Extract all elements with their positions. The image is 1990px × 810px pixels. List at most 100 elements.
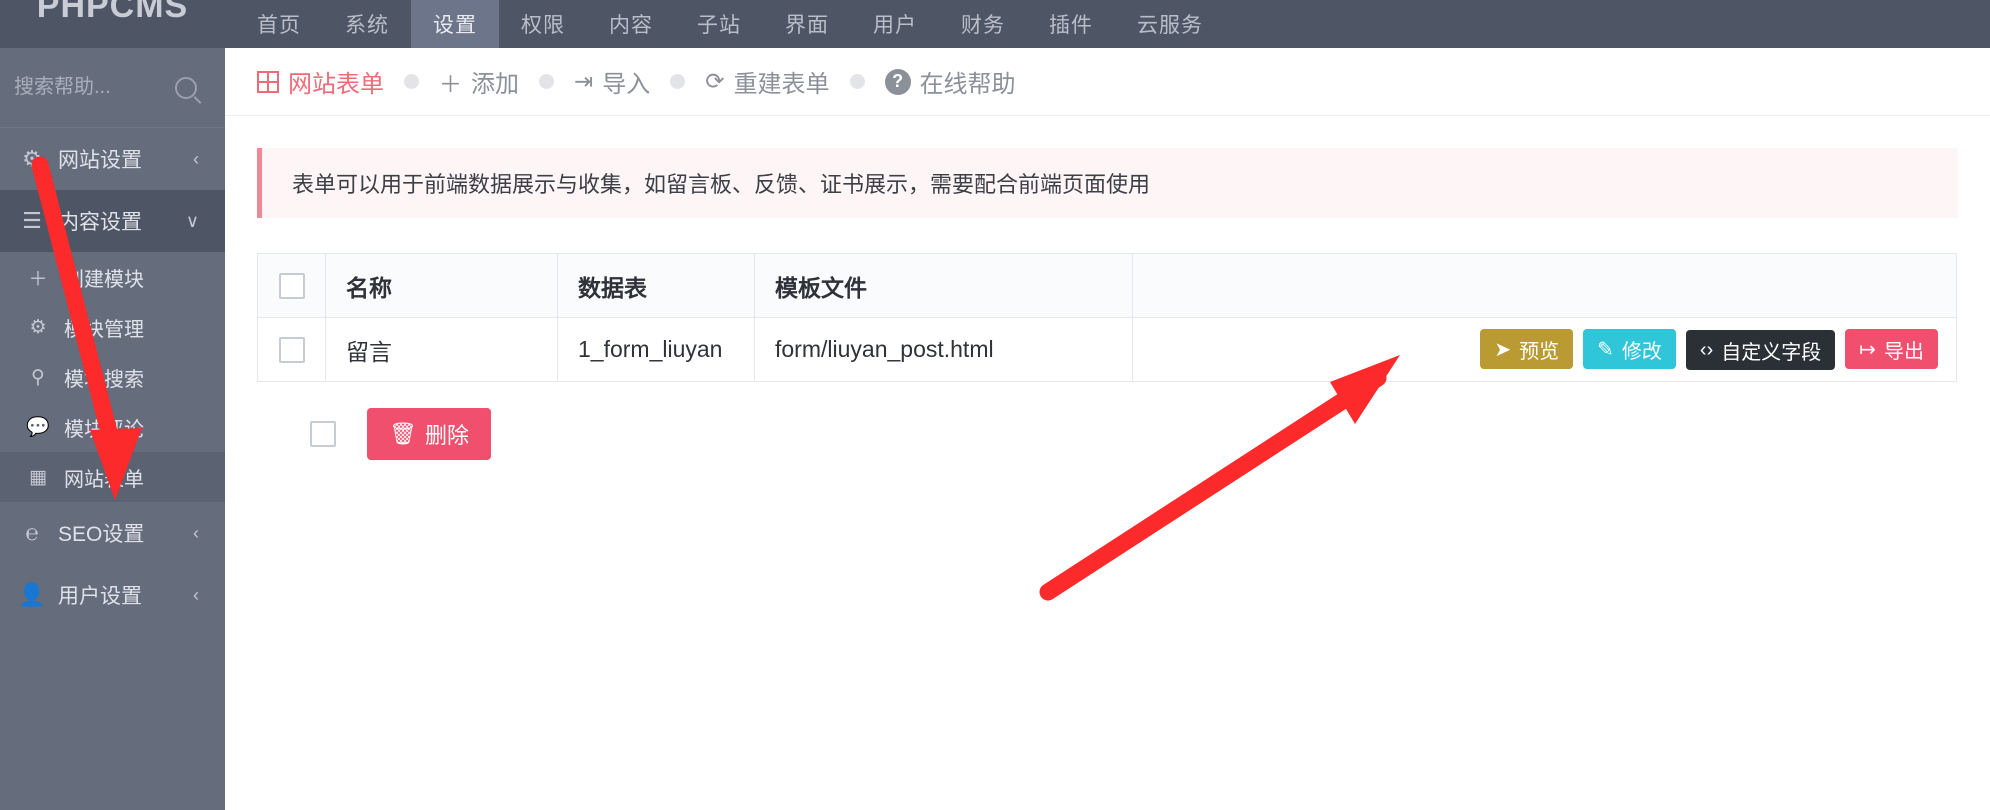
sidebar: ⚙ 网站设置 ‹ ☰ 内容设置 ∨ ＋ 创建模块 ⚙ 模块管理 ⚲ 模块搜索 💬 模块评论 ▦ 网站表单 ℮ SE… — [0, 48, 225, 810]
top-navigation-bar: PHPCMS 首页 系统 设置 权限 内容 子站 界面 用户 财务 插件 云服务 — [0, 0, 1990, 48]
sidebar-item-label: 内容设置 — [58, 211, 142, 234]
top-nav-item-label: 插件 — [1049, 14, 1093, 37]
plus-icon: ＋ — [28, 268, 48, 290]
brand-logo-text: PHPCMS — [36, 0, 189, 25]
delete-button[interactable]: 🗑 删除 — [367, 408, 491, 460]
top-nav-item-label: 系统 — [345, 14, 389, 37]
gears-icon: ⚙ — [29, 316, 47, 338]
chevron-left-icon[interactable]: ‹ — [193, 523, 199, 544]
toolbar-item-1[interactable]: ＋ 添加 — [439, 64, 519, 99]
top-nav-item-5[interactable]: 子站 — [675, 0, 763, 48]
table-row: 留言 1_form_liuyan form/liuyan_post.html ➤ 预览 ✎… — [257, 317, 1957, 382]
bulk-select-cell — [289, 421, 357, 447]
sidebar-menu: ⚙ 网站设置 ‹ ☰ 内容设置 ∨ ＋ 创建模块 ⚙ 模块管理 ⚲ 模块搜索 💬 模块评论 ▦ 网站表单 ℮ SE… — [0, 128, 225, 626]
delete-button-label: 删除 — [424, 423, 469, 448]
chevron-left-icon[interactable]: ‹ — [193, 149, 199, 170]
top-nav-item-2[interactable]: 设置 — [411, 0, 499, 48]
sidebar-item-3[interactable]: ⚙ 模块管理 — [0, 302, 225, 352]
action-button-label: 预览 — [1519, 340, 1560, 363]
top-nav-item-3[interactable]: 权限 — [499, 0, 587, 48]
search-input[interactable] — [0, 76, 160, 99]
forms-table-wrapper: 名称 数据表 模板文件 留言 1_form_liuyan form/liuyan_p… — [257, 253, 1958, 460]
toolbar-item-label: 重建表单 — [733, 71, 830, 98]
column-header-name: 名称 — [325, 253, 558, 318]
search-icon[interactable] — [175, 76, 197, 99]
action-button-label: 自定义字段 — [1721, 341, 1822, 364]
toolbar-item-label: 在线帮助 — [919, 71, 1016, 98]
refresh-icon: ⟳ — [705, 68, 725, 94]
top-nav-item-6[interactable]: 界面 — [763, 0, 851, 48]
sidebar-item-7[interactable]: ℮ SEO设置 ‹ — [0, 502, 225, 564]
toolbar-item-3[interactable]: ⟳ 重建表单 — [705, 64, 829, 99]
action-button-2[interactable]: ‹› 自定义字段 — [1685, 330, 1836, 370]
sidebar-item-label: 创建模块 — [64, 268, 144, 291]
top-nav-item-label: 首页 — [257, 14, 301, 37]
table-header-row: 名称 数据表 模板文件 — [257, 253, 1957, 318]
content-toolbar: 网站表单 ＋ 添加 ⇥ 导入 ⟳ 重建表单? 在线帮助 — [225, 48, 1990, 116]
top-nav-item-10[interactable]: 云服务 — [1115, 0, 1225, 48]
edit-icon: ✎ — [1597, 338, 1614, 361]
sidebar-item-label: 模块搜索 — [64, 368, 144, 391]
notice-text: 表单可以用于前端数据展示与收集，如留言板、反馈、证书展示，需要配合前端页面使用 — [292, 172, 1151, 197]
forms-table: 名称 数据表 模板文件 留言 1_form_liuyan form/liuyan_p… — [257, 253, 1957, 382]
sidebar-item-0[interactable]: ⚙ 网站设置 ‹ — [0, 128, 225, 190]
cell-name: 留言 — [325, 317, 558, 382]
main-content: 网站表单 ＋ 添加 ⇥ 导入 ⟳ 重建表单? 在线帮助 表单可以用于前端数据展示与收集，如留言… — [225, 48, 1990, 810]
trash-icon: 🗑 — [389, 421, 417, 446]
bulk-actions-row: 🗑 删除 — [289, 408, 1958, 460]
bulk-select-checkbox[interactable] — [310, 421, 336, 447]
toolbar-item-0[interactable]: 网站表单 — [257, 64, 384, 99]
help-circle-icon: ? — [884, 68, 911, 95]
toolbar-separator-dot — [404, 74, 419, 89]
top-nav-item-8[interactable]: 财务 — [939, 0, 1027, 48]
top-nav-item-label: 云服务 — [1137, 14, 1203, 37]
row-checkbox[interactable] — [278, 337, 305, 364]
top-nav-item-9[interactable]: 插件 — [1027, 0, 1115, 48]
row-actions-cell: ➤ 预览 ✎ 修改 ‹› 自定义字段 ↦ 导出 — [1132, 317, 1957, 382]
action-button-label: 导出 — [1884, 340, 1924, 363]
top-nav-item-label: 子站 — [697, 14, 741, 37]
toolbar-separator-dot — [849, 74, 865, 89]
sidebar-item-8[interactable]: 👤 用户设置 ‹ — [0, 564, 225, 626]
top-nav-item-label: 设置 — [433, 14, 477, 37]
top-nav-item-4[interactable]: 内容 — [587, 0, 675, 48]
plus-icon: ＋ — [439, 70, 462, 97]
sidebar-search[interactable] — [0, 48, 225, 128]
top-nav-item-1[interactable]: 系统 — [323, 0, 411, 48]
chevron-left-icon[interactable]: ‹ — [193, 585, 199, 606]
info-notice: 表单可以用于前端数据展示与收集，如留言板、反馈、证书展示，需要配合前端页面使用 — [257, 148, 1958, 218]
action-button-3[interactable]: ↦ 导出 — [1845, 329, 1938, 369]
table-icon — [257, 70, 279, 93]
toolbar-item-4[interactable]: ? 在线帮助 — [884, 64, 1016, 99]
app-root: PHPCMS 首页 系统 设置 权限 内容 子站 界面 用户 财务 插件 云服务 ⚙ 网站设置 ‹ ☰ 内容… — [0, 0, 1990, 810]
search-icon: ⚲ — [31, 366, 45, 388]
top-nav-item-label: 用户 — [873, 14, 917, 37]
toolbar-item-label: 网站表单 — [288, 71, 384, 98]
action-button-1[interactable]: ✎ 修改 — [1583, 329, 1676, 369]
sidebar-item-6[interactable]: ▦ 网站表单 — [0, 452, 225, 502]
export-icon: ↦ — [1859, 338, 1876, 361]
select-all-checkbox[interactable] — [278, 273, 305, 300]
sidebar-item-1[interactable]: ☰ 内容设置 ∨ — [0, 190, 225, 252]
top-nav-item-7[interactable]: 用户 — [851, 0, 939, 48]
cell-db-table: 1_form_liuyan — [557, 317, 755, 382]
sidebar-item-5[interactable]: 💬 模块评论 — [0, 402, 225, 452]
sidebar-item-label: 模块管理 — [64, 318, 144, 341]
sidebar-item-4[interactable]: ⚲ 模块搜索 — [0, 352, 225, 402]
hamburger-icon: ☰ — [22, 208, 42, 233]
chevron-down-icon[interactable]: ∨ — [186, 211, 199, 232]
sidebar-item-label: 模块评论 — [64, 418, 144, 441]
ie-icon: ℮ — [25, 520, 39, 545]
top-nav-item-0[interactable]: 首页 — [235, 0, 323, 48]
top-nav-item-label: 权限 — [521, 14, 565, 37]
sidebar-item-2[interactable]: ＋ 创建模块 — [0, 252, 225, 302]
row-select-cell — [257, 317, 326, 382]
action-button-0[interactable]: ➤ 预览 — [1480, 329, 1574, 369]
brand-logo[interactable]: PHPCMS — [0, 0, 225, 48]
send-icon: ➤ — [1494, 338, 1512, 361]
sidebar-item-label: 用户设置 — [58, 585, 142, 608]
table-icon: ▦ — [29, 466, 47, 488]
column-header-db: 数据表 — [557, 253, 755, 318]
toolbar-item-2[interactable]: ⇥ 导入 — [574, 64, 650, 99]
table-head: 名称 数据表 模板文件 — [257, 253, 1957, 318]
